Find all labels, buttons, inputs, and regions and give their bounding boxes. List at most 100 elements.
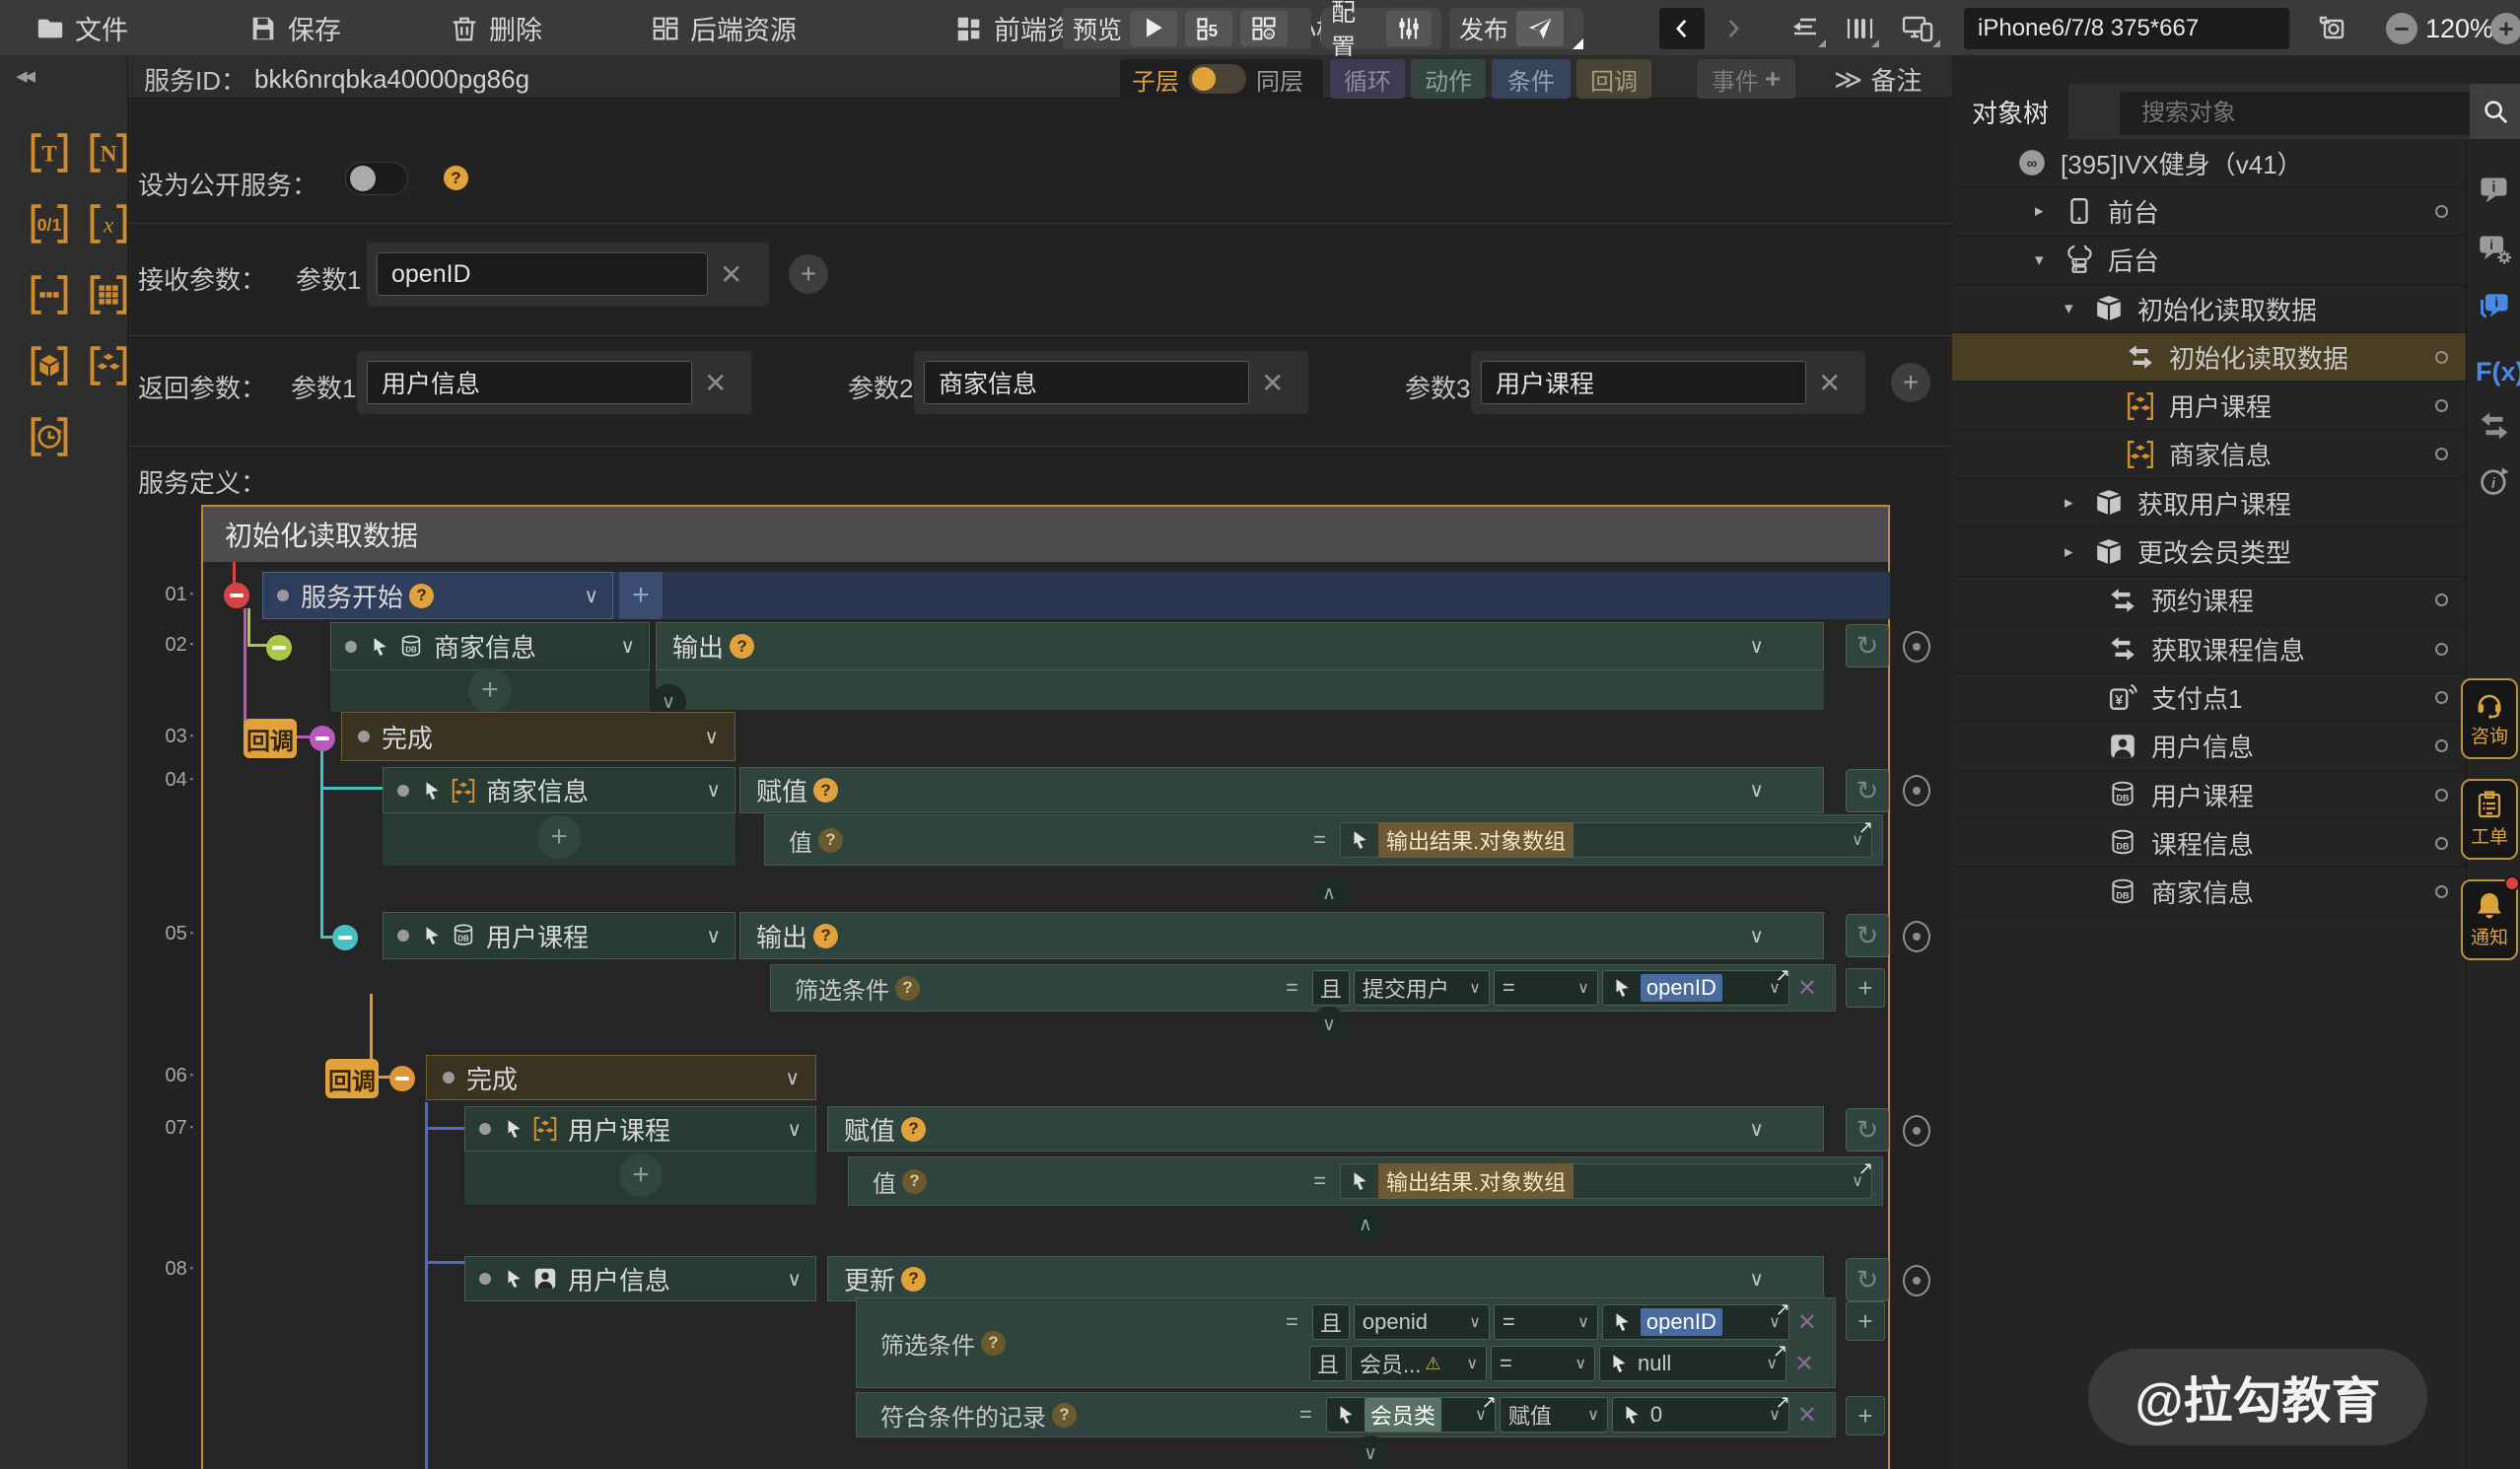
return-param1-input[interactable]: 用户信息: [367, 361, 692, 404]
receive-param1-input[interactable]: openID: [377, 252, 708, 296]
action-button[interactable]: 动作: [1411, 59, 1486, 99]
action-target-cell[interactable]: 用户信息∨: [464, 1256, 816, 1301]
operator-dropdown[interactable]: 赋值∨: [1500, 1397, 1608, 1433]
align-tool-button[interactable]: [1783, 8, 1828, 49]
file-menu[interactable]: 文件: [35, 0, 128, 56]
zoom-level[interactable]: 120%: [2425, 14, 2493, 44]
loop-button[interactable]: 循环: [1330, 59, 1405, 99]
instance-dot[interactable]: [2435, 739, 2448, 752]
tree-item[interactable]: 获取课程信息: [1952, 625, 2466, 673]
flow-title-bar[interactable]: 初始化读取数据: [203, 507, 1888, 562]
condition-button[interactable]: 条件: [1492, 59, 1571, 99]
device-selector[interactable]: iPhone6/7/8 375*667: [1964, 8, 2289, 49]
add-return-param-button[interactable]: +: [1891, 363, 1930, 402]
node-remove-green[interactable]: [266, 635, 292, 661]
action-target-cell[interactable]: 用户课程∨: [464, 1106, 816, 1152]
remove-param-icon[interactable]: ✕: [704, 367, 727, 399]
tree-item[interactable]: 初始化读取数据: [1952, 333, 2466, 382]
remove-param-icon[interactable]: ✕: [720, 258, 742, 291]
refresh-icon[interactable]: ↻: [1846, 914, 1889, 957]
callback-done-bar[interactable]: 完成∨: [426, 1055, 816, 1100]
instance-dot[interactable]: [2435, 885, 2448, 898]
node-remove-cyan[interactable]: [332, 925, 358, 950]
instance-dot[interactable]: [2435, 691, 2448, 704]
tree-item[interactable]: ∞[395]IVX健身（v41）: [1952, 139, 2466, 187]
crosshair-icon[interactable]: [1903, 775, 1930, 806]
target-dropdown[interactable]: 会员类∨↗: [1326, 1397, 1496, 1433]
action-op-header[interactable]: 赋值?∨: [827, 1106, 1824, 1152]
instance-dot[interactable]: [2435, 205, 2448, 218]
and-box[interactable]: 且: [1309, 1346, 1347, 1381]
zoom-in-button[interactable]: +: [2490, 13, 2520, 44]
value-dropdown[interactable]: 输出结果.对象数组∨↗: [1340, 1163, 1872, 1199]
layer-toggle[interactable]: [1189, 64, 1246, 94]
crosshair-icon[interactable]: [1903, 921, 1930, 952]
formula-fx-icon[interactable]: F(x): [2476, 357, 2509, 390]
callback-button[interactable]: 回调: [1576, 59, 1651, 99]
instance-dot[interactable]: [2435, 594, 2448, 606]
operator-dropdown[interactable]: =∨: [1494, 970, 1598, 1006]
tree-item[interactable]: 用户信息: [1952, 723, 2466, 771]
field-dropdown[interactable]: 提交用户∨: [1354, 970, 1490, 1006]
screenshot-button[interactable]: [2309, 8, 2354, 49]
tree-item[interactable]: DB课程信息: [1952, 819, 2466, 868]
node-remove-purple[interactable]: [310, 726, 335, 751]
columns-tool-button[interactable]: [1836, 8, 1881, 49]
node-remove-orange[interactable]: [389, 1066, 415, 1091]
help-icon[interactable]: ?: [901, 1267, 926, 1292]
note-button[interactable]: ≫ 备注: [1834, 59, 1922, 99]
instance-dot[interactable]: [2435, 351, 2448, 364]
callback-badge[interactable]: 回调: [244, 719, 297, 758]
help-icon[interactable]: ?: [409, 584, 434, 608]
add-receive-param-button[interactable]: +: [789, 254, 828, 294]
and-box[interactable]: 且: [1312, 1304, 1350, 1340]
refresh-icon[interactable]: ↻: [1846, 1108, 1889, 1152]
add-step-button[interactable]: +: [619, 572, 663, 619]
refresh-icon[interactable]: ↻: [1846, 624, 1889, 667]
node-remove-red[interactable]: [224, 583, 249, 608]
callback-done-bar[interactable]: 完成∨: [341, 712, 735, 761]
help-icon[interactable]: ?: [818, 828, 843, 853]
backend-resources-button[interactable]: 后端资源: [651, 0, 797, 56]
instance-dot[interactable]: [2435, 643, 2448, 656]
comments-icon[interactable]: i: [2478, 291, 2511, 324]
ticket-button[interactable]: 工单: [2461, 779, 2518, 860]
chevron-down-icon[interactable]: ▾: [2065, 299, 2094, 318]
action-op-header[interactable]: 赋值?∨: [739, 767, 1824, 813]
action-op-header[interactable]: 输出?∨: [739, 912, 1824, 959]
value-dropdown[interactable]: 输出结果.对象数组∨↗: [1340, 822, 1872, 858]
tree-item[interactable]: DB用户课程: [1952, 771, 2466, 819]
help-icon[interactable]: ?: [444, 166, 468, 190]
remove-param-icon[interactable]: ✕: [1261, 367, 1284, 399]
tree-item[interactable]: ▸更改会员类型: [1952, 527, 2466, 576]
object-array-icon[interactable]: [87, 344, 130, 387]
forward-button[interactable]: [1711, 8, 1756, 49]
action-target-cell[interactable]: DB商家信息∨: [330, 622, 650, 670]
callback-badge[interactable]: 回调: [325, 1059, 379, 1098]
generic-variable-icon[interactable]: x: [87, 202, 130, 245]
preview-h5-button[interactable]: 5: [1185, 11, 1232, 46]
back-button[interactable]: [1659, 8, 1705, 49]
external-link-icon[interactable]: ↗: [1858, 817, 1873, 838]
save-button[interactable]: 保存: [248, 0, 341, 56]
boolean-variable-icon[interactable]: 0/1: [28, 202, 71, 245]
refresh-icon[interactable]: ↻: [1846, 1258, 1889, 1301]
object-icon[interactable]: [28, 344, 71, 387]
instance-dot[interactable]: [2435, 837, 2448, 850]
preview-play-button[interactable]: [1130, 11, 1177, 46]
info-circle-icon[interactable]: i: [2478, 464, 2511, 498]
remove-condition-button[interactable]: ✕: [1797, 974, 1817, 1003]
instance-dot[interactable]: [2435, 789, 2448, 802]
chevron-right-icon[interactable]: ▸: [2065, 493, 2094, 513]
delete-button[interactable]: 删除: [450, 0, 542, 56]
info-bubble-icon[interactable]: i: [2478, 174, 2511, 207]
info-settings-icon[interactable]: i: [2478, 232, 2511, 265]
add-condition-button[interactable]: +: [1846, 1396, 1885, 1435]
action-target-cell[interactable]: DB用户课程∨: [383, 912, 735, 959]
action-op-header[interactable]: 输出?∨: [656, 622, 1824, 670]
tree-item[interactable]: DB商家信息: [1952, 868, 2466, 916]
collapse-toggle[interactable]: ∨: [1311, 1007, 1347, 1042]
help-icon[interactable]: ?: [901, 1117, 926, 1142]
tree-item[interactable]: ▸前台: [1952, 187, 2466, 236]
action-target-cell[interactable]: 商家信息∨: [383, 767, 735, 813]
